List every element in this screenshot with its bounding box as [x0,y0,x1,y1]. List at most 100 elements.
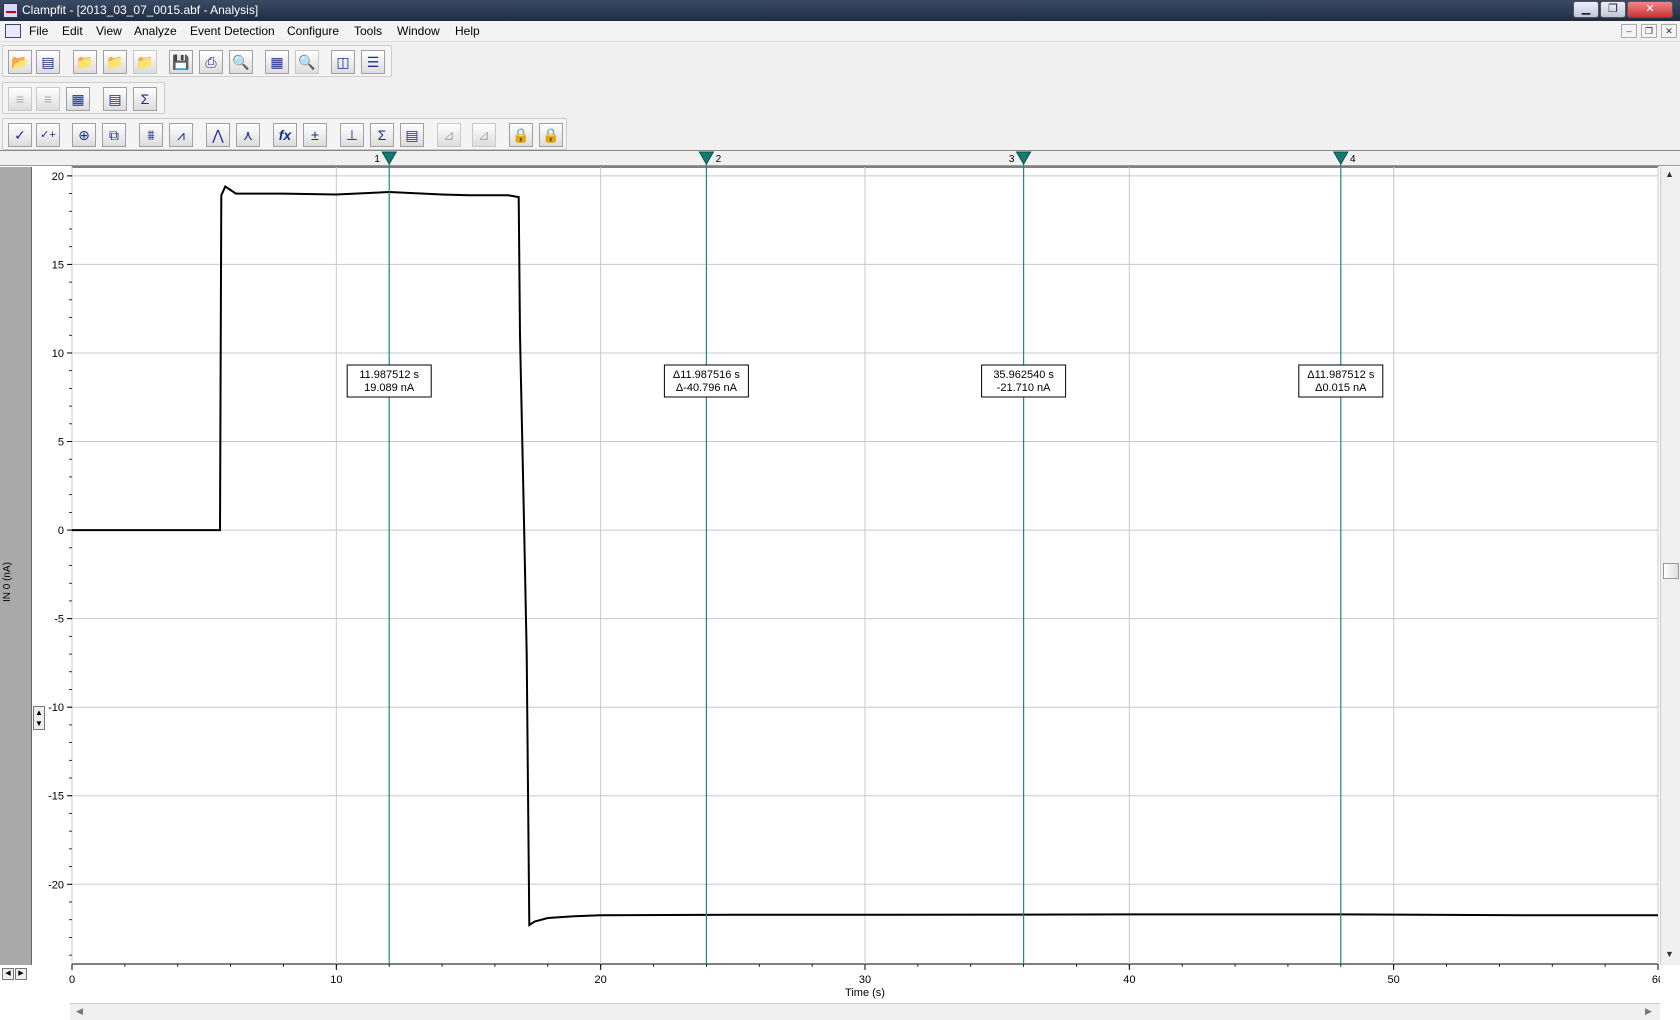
cursor-3-number: 3 [1009,154,1015,165]
peak-histogram-icon[interactable]: ⋏ [236,123,260,147]
cursor-1-handle[interactable] [381,151,398,165]
cursor-2-handle[interactable] [698,151,715,165]
mdi-minimize-button[interactable]: – [1621,24,1637,38]
menu-help[interactable]: Help [455,24,480,38]
function-fx-icon[interactable]: fx [273,123,297,147]
open-folder-icon[interactable]: 📁 [73,50,97,74]
trace-list-disabled-icon: ≡ [8,87,32,111]
cursor-readout-value: 19.089 nA [364,382,415,394]
cursor-2-number: 2 [716,154,722,165]
y-tick-label: 20 [52,171,64,183]
document-icon[interactable] [5,24,21,38]
cursor-readout-value: Δ0.015 nA [1315,382,1367,394]
vertical-scroll-thumb[interactable] [1663,563,1679,579]
lock-cursors-12-icon[interactable]: 🔒 [509,123,533,147]
integrate-sigma-icon[interactable]: Σ [370,123,394,147]
toolbar-analysis: ✓ ✓+ ⊕ ⧉ ⩩ ⩘ ⋀ ⋏ fx ± ⊥ Σ ▤ ⊿ ⊿ 🔒 🔒 [0,116,1680,152]
statistics-table-icon[interactable]: ▤ [400,123,424,147]
clampfit-app-icon[interactable] [3,3,18,18]
maximize-button[interactable]: ❐ [1600,1,1626,18]
x-tick-label: 30 [859,974,871,986]
title-bar: Clampfit - [2013_03_07_0015.abf - Analys… [0,0,1680,21]
folder-disabled-icon: 📁 [133,50,157,74]
print-icon[interactable]: ⎙ [199,50,223,74]
x-tick-label: 20 [595,974,607,986]
vertical-scrollbar[interactable]: ▲ ▼ [1660,167,1680,965]
horizontal-scrollbar[interactable]: ◀ ▶ [70,1003,1660,1020]
open-protocol-icon[interactable]: ▤ [36,50,60,74]
plot-grid [71,166,1659,965]
find-disabled-icon: 🔍 [295,50,319,74]
menu-bar: File Edit View Analyze Event Detection C… [0,21,1680,42]
toolbar-group-analysis: ✓ ✓+ ⊕ ⧉ ⩩ ⩘ ⋀ ⋏ fx ± ⊥ Σ ▤ ⊿ ⊿ 🔒 🔒 [2,118,567,150]
x-tick-label: 0 [69,974,75,986]
scroll-down-icon[interactable]: ▼ [1665,949,1674,959]
trace-list-alt-disabled-icon: ≡ [36,87,60,111]
full-scale-icon[interactable]: ⧉ [102,123,126,147]
baseline-icon[interactable]: ⩩ [139,123,163,147]
zoom-icon[interactable]: ⊕ [72,123,96,147]
menu-view[interactable]: View [96,24,122,38]
cursor-readout-value: Δ-40.796 nA [676,382,738,394]
accept-plus-icon[interactable]: ✓+ [36,123,60,147]
x-tick-label: 60 [1652,974,1660,986]
menu-edit[interactable]: Edit [62,24,83,38]
menu-configure[interactable]: Configure [287,24,339,38]
cursor-readout-time: Δ11.987516 s [673,369,741,381]
toolbar-group-windows: ≡ ≡ ▦ ▤ Σ [2,82,165,114]
menu-analyze[interactable]: Analyze [134,24,177,38]
mdi-close-button[interactable]: ✕ [1661,24,1677,38]
x-scroll-right-icon[interactable]: ▶ [15,968,27,980]
close-button[interactable]: ✕ [1627,1,1673,18]
y-tick-label: -10 [48,702,64,714]
lock-cursors-34-icon[interactable]: 🔒 [539,123,563,147]
toolbar-windows: ≡ ≡ ▦ ▤ Σ [0,80,1680,117]
accept-check-icon[interactable]: ✓ [8,123,32,147]
x-navigation: ◀ ▶ [2,964,30,980]
menu-event-detection[interactable]: Event Detection [190,24,275,38]
cursor-4-handle[interactable] [1332,151,1349,165]
x-tick-label: 40 [1123,974,1135,986]
cursor-3-handle[interactable] [1015,151,1032,165]
open-folder-alt-icon[interactable]: 📁 [103,50,127,74]
menu-file[interactable]: File [29,24,48,38]
save-icon[interactable]: 💾 [169,50,193,74]
scroll-up-icon[interactable]: ▲ [1665,169,1674,179]
copy-page-icon[interactable]: ▦ [265,50,289,74]
minimize-button[interactable]: ▁ [1573,1,1599,18]
y-tick-label: 15 [52,259,64,271]
print-preview-icon[interactable]: 🔍 [229,50,253,74]
cursor-readout-time: Δ11.987512 s [1307,369,1375,381]
split-vertical-icon[interactable]: ◫ [331,50,355,74]
menu-window[interactable]: Window [397,24,440,38]
hscroll-right-icon[interactable]: ▶ [1645,1006,1652,1017]
cursor-4-number: 4 [1350,154,1356,165]
y-tick-label: -20 [48,879,64,891]
x-axis-label: Time (s) [845,987,885,999]
menu-tools[interactable]: Tools [354,24,382,38]
hscroll-left-icon[interactable]: ◀ [76,1006,83,1017]
cursor-measure-icon[interactable]: ⊥ [340,123,364,147]
signal-plot[interactable]: 20151050-5-10-15-20 0102030405060 111.98… [0,151,1660,1003]
arithmetic-icon[interactable]: ± [303,123,327,147]
analysis-window: IN 0 (nA) ▲ ▼ 20 15 10 5 0 -5 -10 -15 -20 0 10 20 3… [0,150,1680,1020]
open-data-icon[interactable]: 📂 [8,50,32,74]
cursor-4-readout: Δ11.987512 sΔ0.015 nA [1298,364,1384,398]
split-horizontal-icon[interactable]: ☰ [361,50,385,74]
cursor-3-readout: 35.962540 s-21.710 nA [981,364,1067,398]
cursor-2-readout: Δ11.987516 sΔ-40.796 nA [663,364,749,398]
event-template-icon[interactable]: ⩘ [169,123,193,147]
cursor-1-readout: 11.987512 s19.089 nA [346,364,432,398]
x-tick-label: 10 [330,974,342,986]
mdi-restore-button[interactable]: ❐ [1641,24,1657,38]
histogram-icon[interactable]: ⋀ [206,123,230,147]
cursor-1-number: 1 [374,154,380,165]
window-title: Clampfit - [2013_03_07_0015.abf - Analys… [22,3,259,17]
y-tick-label: -15 [48,791,64,803]
layout-window-icon[interactable]: ▤ [103,87,127,111]
results-window-icon[interactable]: ▦ [66,87,90,111]
y-tick-label: 0 [58,525,64,537]
x-scroll-left-icon[interactable]: ◀ [2,968,14,980]
x-axis-ticks: 0 10 20 30 40 50 60 [69,964,1660,986]
statistics-window-icon[interactable]: Σ [133,87,157,111]
